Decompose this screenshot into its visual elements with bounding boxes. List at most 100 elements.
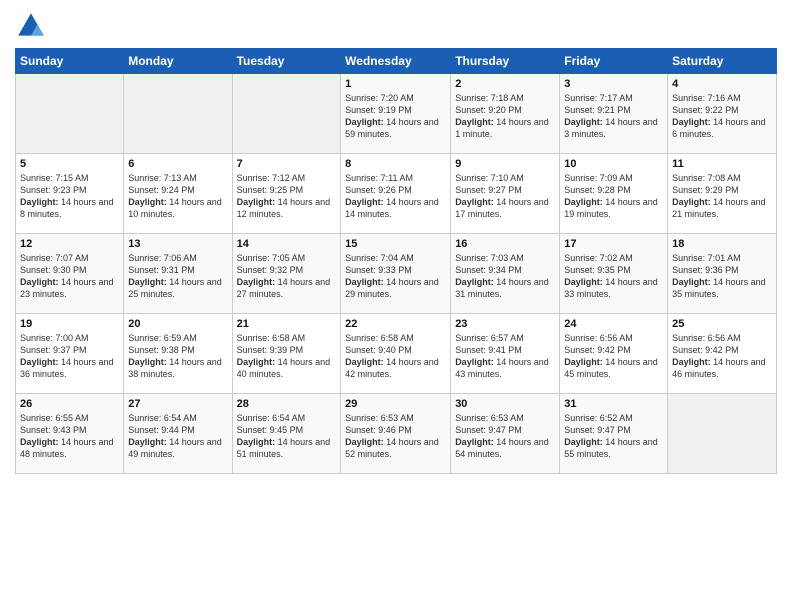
day-info: Sunrise: 7:17 AMSunset: 9:21 PMDaylight:… xyxy=(564,92,663,141)
day-info: Sunrise: 7:13 AMSunset: 9:24 PMDaylight:… xyxy=(128,172,227,221)
day-cell xyxy=(232,74,341,154)
day-number: 1 xyxy=(345,78,446,90)
day-cell: 25Sunrise: 6:56 AMSunset: 9:42 PMDayligh… xyxy=(668,314,777,394)
day-info: Sunrise: 6:54 AMSunset: 9:45 PMDaylight:… xyxy=(237,412,337,461)
day-cell: 16 Sunrise: 7:03 AMSunset: 9:34 PMDayligh… xyxy=(451,234,560,314)
day-info: Sunrise: 7:11 AMSunset: 9:26 PMDaylight:… xyxy=(345,172,446,221)
daylight-label: Daylight: xyxy=(128,277,169,287)
day-number: 14 xyxy=(237,238,337,250)
daylight-label: Daylight: xyxy=(455,117,496,127)
day-info: Sunrise: 7:10 AMSunset: 9:27 PMDaylight:… xyxy=(455,172,555,221)
weekday-header-wednesday: Wednesday xyxy=(341,49,451,74)
weekday-header-thursday: Thursday xyxy=(451,49,560,74)
day-cell: 17 Sunrise: 7:02 AMSunset: 9:35 PMDayligh… xyxy=(560,234,668,314)
daylight-label: Daylight: xyxy=(128,197,169,207)
daylight-label: Daylight: xyxy=(564,277,605,287)
day-cell: 20 Sunrise: 6:59 AMSunset: 9:38 PMDayligh… xyxy=(124,314,232,394)
daylight-label: Daylight: xyxy=(237,357,278,367)
day-cell: 5Sunrise: 7:15 AMSunset: 9:23 PMDaylight… xyxy=(16,154,124,234)
weekday-header-friday: Friday xyxy=(560,49,668,74)
day-cell: 26Sunrise: 6:55 AMSunset: 9:43 PMDayligh… xyxy=(16,394,124,474)
day-info: Sunrise: 7:03 AMSunset: 9:34 PMDaylight:… xyxy=(455,252,555,301)
daylight-label: Daylight: xyxy=(455,437,496,447)
day-number: 24 xyxy=(564,318,663,330)
day-info: Sunrise: 7:20 AMSunset: 9:19 PMDaylight:… xyxy=(345,92,446,141)
day-info: Sunrise: 7:04 AMSunset: 9:33 PMDaylight:… xyxy=(345,252,446,301)
daylight-label: Daylight: xyxy=(455,197,496,207)
day-info: Sunrise: 7:16 AMSunset: 9:22 PMDaylight:… xyxy=(672,92,772,141)
daylight-label: Daylight: xyxy=(672,117,713,127)
day-cell: 23Sunrise: 6:57 AMSunset: 9:41 PMDayligh… xyxy=(451,314,560,394)
day-cell: 22Sunrise: 6:58 AMSunset: 9:40 PMDayligh… xyxy=(341,314,451,394)
daylight-label: Daylight: xyxy=(345,277,386,287)
daylight-label: Daylight: xyxy=(20,437,61,447)
page: SundayMondayTuesdayWednesdayThursdayFrid… xyxy=(0,0,792,612)
week-row-1: 1 Sunrise: 7:20 AMSunset: 9:19 PMDaylight… xyxy=(16,74,777,154)
day-number: 25 xyxy=(672,318,772,330)
daylight-label: Daylight: xyxy=(564,117,605,127)
daylight-label: Daylight: xyxy=(345,117,386,127)
day-info: Sunrise: 7:06 AMSunset: 9:31 PMDaylight:… xyxy=(128,252,227,301)
day-cell: 13 Sunrise: 7:06 AMSunset: 9:31 PMDayligh… xyxy=(124,234,232,314)
day-number: 18 xyxy=(672,238,772,250)
day-info: Sunrise: 6:53 AMSunset: 9:46 PMDaylight:… xyxy=(345,412,446,461)
day-info: Sunrise: 6:59 AMSunset: 9:38 PMDaylight:… xyxy=(128,332,227,381)
day-cell: 11Sunrise: 7:08 AMSunset: 9:29 PMDayligh… xyxy=(668,154,777,234)
daylight-label: Daylight: xyxy=(455,277,496,287)
day-cell: 15Sunrise: 7:04 AMSunset: 9:33 PMDayligh… xyxy=(341,234,451,314)
day-number: 23 xyxy=(455,318,555,330)
weekday-row: SundayMondayTuesdayWednesdayThursdayFrid… xyxy=(16,49,777,74)
day-info: Sunrise: 6:52 AMSunset: 9:47 PMDaylight:… xyxy=(564,412,663,461)
day-info: Sunrise: 7:05 AMSunset: 9:32 PMDaylight:… xyxy=(237,252,337,301)
day-info: Sunrise: 7:01 AMSunset: 9:36 PMDaylight:… xyxy=(672,252,772,301)
day-number: 16 xyxy=(455,238,555,250)
calendar-header: SundayMondayTuesdayWednesdayThursdayFrid… xyxy=(16,49,777,74)
day-info: Sunrise: 7:02 AMSunset: 9:35 PMDaylight:… xyxy=(564,252,663,301)
day-number: 19 xyxy=(20,318,119,330)
week-row-3: 12Sunrise: 7:07 AMSunset: 9:30 PMDayligh… xyxy=(16,234,777,314)
day-number: 9 xyxy=(455,158,555,170)
day-cell: 27Sunrise: 6:54 AMSunset: 9:44 PMDayligh… xyxy=(124,394,232,474)
day-cell: 19 Sunrise: 7:00 AMSunset: 9:37 PMDayligh… xyxy=(16,314,124,394)
day-number: 2 xyxy=(455,78,555,90)
day-cell xyxy=(668,394,777,474)
day-cell xyxy=(16,74,124,154)
day-cell: 3 Sunrise: 7:17 AMSunset: 9:21 PMDaylight… xyxy=(560,74,668,154)
daylight-label: Daylight: xyxy=(564,437,605,447)
daylight-label: Daylight: xyxy=(564,197,605,207)
day-number: 10 xyxy=(564,158,663,170)
day-cell: 12Sunrise: 7:07 AMSunset: 9:30 PMDayligh… xyxy=(16,234,124,314)
day-number: 28 xyxy=(237,398,337,410)
day-cell: 6Sunrise: 7:13 AMSunset: 9:24 PMDaylight… xyxy=(124,154,232,234)
day-info: Sunrise: 7:12 AMSunset: 9:25 PMDaylight:… xyxy=(237,172,337,221)
week-row-2: 5Sunrise: 7:15 AMSunset: 9:23 PMDaylight… xyxy=(16,154,777,234)
day-cell: 4Sunrise: 7:16 AMSunset: 9:22 PMDaylight… xyxy=(668,74,777,154)
daylight-label: Daylight: xyxy=(20,357,61,367)
day-number: 3 xyxy=(564,78,663,90)
day-cell: 29Sunrise: 6:53 AMSunset: 9:46 PMDayligh… xyxy=(341,394,451,474)
daylight-label: Daylight: xyxy=(128,437,169,447)
daylight-label: Daylight: xyxy=(128,357,169,367)
daylight-label: Daylight: xyxy=(345,437,386,447)
daylight-label: Daylight: xyxy=(345,357,386,367)
day-number: 31 xyxy=(564,398,663,410)
day-cell: 30Sunrise: 6:53 AMSunset: 9:47 PMDayligh… xyxy=(451,394,560,474)
day-number: 13 xyxy=(128,238,227,250)
day-info: Sunrise: 6:53 AMSunset: 9:47 PMDaylight:… xyxy=(455,412,555,461)
day-number: 20 xyxy=(128,318,227,330)
day-cell: 21Sunrise: 6:58 AMSunset: 9:39 PMDayligh… xyxy=(232,314,341,394)
weekday-header-tuesday: Tuesday xyxy=(232,49,341,74)
day-number: 27 xyxy=(128,398,227,410)
day-cell: 1 Sunrise: 7:20 AMSunset: 9:19 PMDaylight… xyxy=(341,74,451,154)
daylight-label: Daylight: xyxy=(672,197,713,207)
day-cell: 31 Sunrise: 6:52 AMSunset: 9:47 PMDayligh… xyxy=(560,394,668,474)
day-number: 26 xyxy=(20,398,119,410)
calendar-body: 1 Sunrise: 7:20 AMSunset: 9:19 PMDaylight… xyxy=(16,74,777,474)
day-info: Sunrise: 7:00 AMSunset: 9:37 PMDaylight:… xyxy=(20,332,119,381)
day-number: 5 xyxy=(20,158,119,170)
daylight-label: Daylight: xyxy=(237,197,278,207)
week-row-4: 19 Sunrise: 7:00 AMSunset: 9:37 PMDayligh… xyxy=(16,314,777,394)
day-cell: 18 Sunrise: 7:01 AMSunset: 9:36 PMDayligh… xyxy=(668,234,777,314)
day-number: 17 xyxy=(564,238,663,250)
day-cell: 28 Sunrise: 6:54 AMSunset: 9:45 PMDayligh… xyxy=(232,394,341,474)
